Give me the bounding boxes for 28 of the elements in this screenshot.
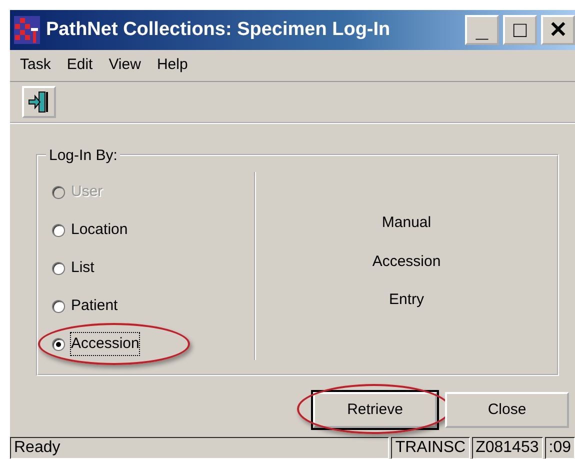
- status-text: Z081453: [472, 437, 543, 459]
- radio-button[interactable]: [52, 262, 65, 274]
- menu-item[interactable]: View: [102, 52, 147, 79]
- description-text: Manual: [382, 213, 432, 233]
- radio-label[interactable]: Patient: [71, 294, 118, 318]
- radio-label[interactable]: Location: [71, 218, 128, 242]
- radio-button[interactable]: [52, 300, 65, 312]
- radio-button[interactable]: [52, 224, 65, 236]
- radio-button[interactable]: [52, 338, 65, 350]
- app-icon: [14, 16, 40, 44]
- radio-label[interactable]: List: [71, 256, 94, 280]
- status-text: Ready: [10, 437, 390, 459]
- description-text: Accession: [372, 252, 441, 272]
- maximize-button[interactable]: □: [503, 15, 537, 45]
- status-text: :09: [544, 437, 575, 459]
- retrieve-button[interactable]: Retrieve: [313, 392, 437, 428]
- menu-item[interactable]: Task: [14, 52, 57, 79]
- radio-label[interactable]: Accession: [71, 332, 140, 356]
- description-text: Entry: [388, 290, 424, 310]
- menu-item[interactable]: Edit: [60, 52, 99, 79]
- door-arrow-icon: [27, 90, 51, 114]
- close-button[interactable]: ✕: [541, 15, 575, 45]
- window-title: PathNet Collections: Specimen Log-In: [46, 18, 390, 42]
- menu-item[interactable]: Help: [150, 52, 194, 79]
- close-button[interactable]: Close: [445, 392, 569, 428]
- status-text: TRAINSC: [391, 437, 470, 459]
- minimize-button[interactable]: _: [465, 15, 499, 45]
- login-toolbar-button[interactable]: [22, 86, 56, 118]
